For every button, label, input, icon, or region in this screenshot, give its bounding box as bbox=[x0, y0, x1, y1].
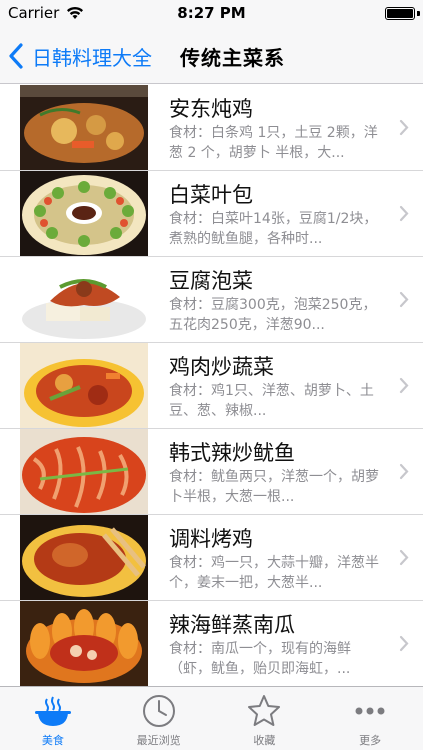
dish-photo bbox=[20, 257, 148, 342]
chevron-right-icon bbox=[399, 463, 409, 480]
dish-title: 辣海鲜蒸南瓜 bbox=[169, 613, 295, 637]
tab-favorites-label: 收藏 bbox=[253, 734, 276, 747]
chevron-right-icon bbox=[399, 291, 409, 308]
dish-ingredients: 食材：豆腐300克，泡菜250克，五花肉250克，洋葱90... bbox=[169, 297, 377, 333]
chevron-right-icon bbox=[399, 119, 409, 136]
list-item[interactable]: 韩式辣炒鱿鱼 食材：鱿鱼两只，洋葱一个，胡萝卜半根，大葱一根... bbox=[0, 429, 423, 515]
tab-favorites[interactable]: 收藏 bbox=[212, 687, 318, 750]
list-item[interactable]: 鸡肉炒蔬菜 食材：鸡1只、洋葱、胡萝卜、土豆、葱、辣椒... bbox=[0, 343, 423, 429]
chevron-right-icon bbox=[399, 205, 409, 222]
navigation-bar: 日韩料理大全 传统主菜系 bbox=[0, 28, 423, 84]
tab-bar: 美食 最近浏览 收藏 更多 bbox=[0, 686, 423, 750]
dish-title: 鸡肉炒蔬菜 bbox=[169, 355, 274, 379]
dish-photo bbox=[20, 85, 148, 170]
tab-recent[interactable]: 最近浏览 bbox=[106, 687, 212, 750]
status-bar: Carrier 8:27 PM bbox=[0, 0, 423, 28]
dish-photo bbox=[20, 601, 148, 686]
list-item[interactable]: 白菜叶包 食材：白菜叶14张，豆腐1/2块，煮熟的鱿鱼腿，各种时... bbox=[0, 171, 423, 257]
tab-more[interactable]: 更多 bbox=[317, 687, 423, 750]
back-button-label: 日韩料理大全 bbox=[32, 45, 152, 70]
food-bowl-icon bbox=[34, 696, 71, 726]
chevron-right-icon bbox=[399, 377, 409, 394]
dish-ingredients: 食材：白条鸡 1只，土豆 2颗，洋葱 2 个，胡萝卜 半根，大... bbox=[169, 125, 378, 161]
list-item[interactable]: 豆腐泡菜 食材：豆腐300克，泡菜250克，五花肉250克，洋葱90... bbox=[0, 257, 423, 343]
dish-ingredients: 食材：白菜叶14张，豆腐1/2块，煮熟的鱿鱼腿，各种时... bbox=[169, 211, 378, 247]
more-dots-icon bbox=[355, 707, 385, 715]
dish-title: 韩式辣炒鱿鱼 bbox=[169, 441, 295, 465]
dish-ingredients: 食材：鸡1只、洋葱、胡萝卜、土豆、葱、辣椒... bbox=[169, 383, 374, 419]
dish-title: 豆腐泡菜 bbox=[169, 269, 253, 293]
battery-icon bbox=[385, 7, 415, 20]
dish-title: 白菜叶包 bbox=[169, 183, 253, 207]
list-item[interactable]: 调料烤鸡 食材：鸡一只，大蒜十瓣，洋葱半个，姜末一把，大葱半... bbox=[0, 515, 423, 601]
star-icon bbox=[248, 695, 281, 726]
tab-more-label: 更多 bbox=[359, 734, 382, 747]
dish-list[interactable]: 安东炖鸡 食材：白条鸡 1只，土豆 2颗，洋葱 2 个，胡萝卜 半根，大... … bbox=[0, 85, 423, 686]
list-item[interactable]: 安东炖鸡 食材：白条鸡 1只，土豆 2颗，洋葱 2 个，胡萝卜 半根，大... bbox=[0, 85, 423, 171]
dish-title: 安东炖鸡 bbox=[169, 97, 253, 121]
clock-icon bbox=[142, 695, 175, 727]
tab-recent-label: 最近浏览 bbox=[136, 734, 181, 747]
back-button[interactable]: 日韩料理大全 bbox=[8, 40, 152, 72]
dish-title: 调料烤鸡 bbox=[169, 527, 253, 551]
clock-time: 8:27 PM bbox=[177, 4, 246, 22]
chevron-left-icon bbox=[9, 43, 23, 69]
dish-photo bbox=[20, 343, 148, 428]
chevron-right-icon bbox=[399, 635, 409, 652]
dish-ingredients: 食材：鸡一只，大蒜十瓣，洋葱半个，姜末一把，大葱半... bbox=[169, 555, 379, 591]
dish-ingredients: 食材：鱿鱼两只，洋葱一个，胡萝卜半根，大葱一根... bbox=[169, 469, 379, 505]
tab-food[interactable]: 美食 bbox=[0, 687, 106, 750]
dish-ingredients: 食材：南瓜一个，现有的海鲜（虾，鱿鱼，贻贝即海虹，... bbox=[169, 641, 351, 677]
list-item[interactable]: 辣海鲜蒸南瓜 食材：南瓜一个，现有的海鲜（虾，鱿鱼，贻贝即海虹，... bbox=[0, 601, 423, 686]
dish-photo bbox=[20, 515, 148, 600]
tab-food-label: 美食 bbox=[41, 734, 64, 747]
dish-photo bbox=[20, 429, 148, 514]
page-title: 传统主菜系 bbox=[180, 46, 285, 70]
chevron-right-icon bbox=[399, 549, 409, 566]
dish-photo bbox=[20, 171, 148, 256]
